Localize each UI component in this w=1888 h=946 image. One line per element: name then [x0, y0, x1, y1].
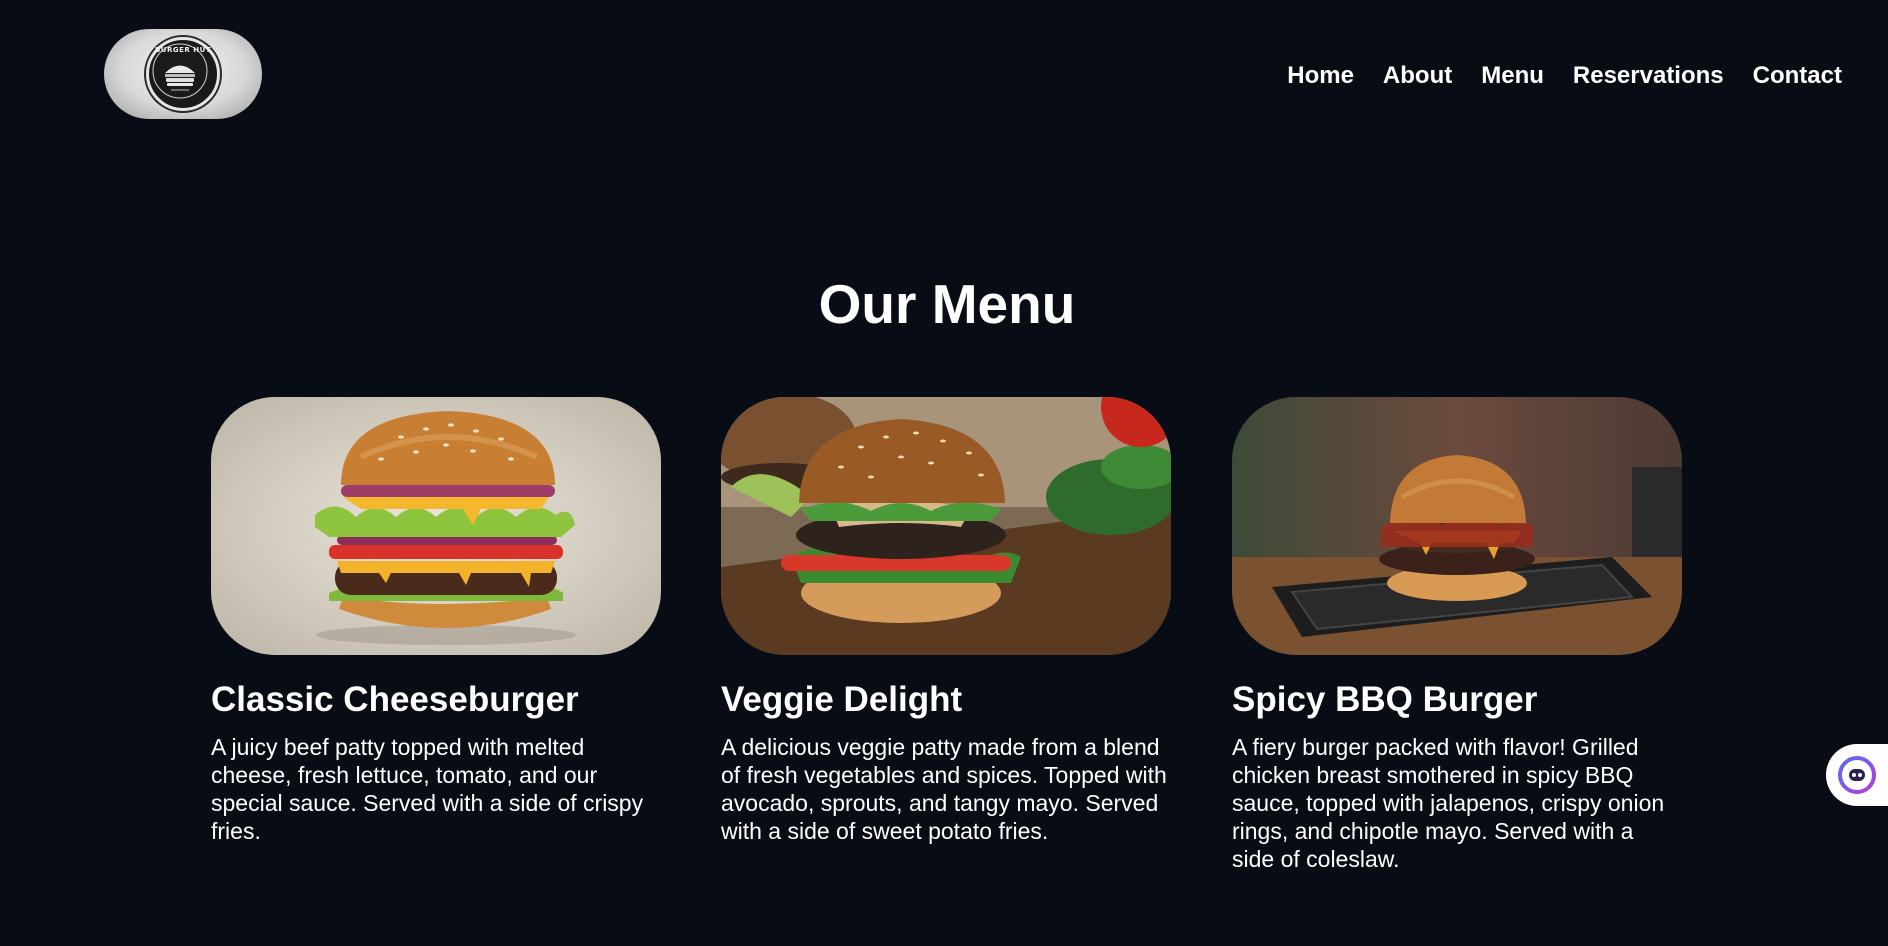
- logo-badge: BURGER HUT: [146, 37, 220, 111]
- menu-item-name: Classic Cheeseburger: [211, 680, 579, 719]
- nav-reservations[interactable]: Reservations: [1573, 62, 1724, 90]
- menu-item-name: Spicy BBQ Burger: [1232, 680, 1538, 719]
- menu-card-veggie-delight: Veggie Delight A delicious veggie patty …: [721, 397, 1171, 845]
- nav-home[interactable]: Home: [1287, 62, 1354, 90]
- logo[interactable]: BURGER HUT: [104, 29, 262, 119]
- chat-bot-icon: [1838, 756, 1876, 794]
- menu-title-text: Our Menu: [818, 273, 1076, 335]
- menu-item-name: Veggie Delight: [721, 680, 963, 719]
- menu-item-description: A juicy beef patty topped with melted ch…: [211, 734, 644, 844]
- chat-widget-button[interactable]: [1826, 744, 1888, 806]
- menu-item-description: A fiery burger packed with flavor! Grill…: [1232, 734, 1665, 872]
- nav-contact[interactable]: Contact: [1753, 62, 1842, 90]
- logo-text: BURGER HUT: [154, 46, 212, 54]
- menu-card-classic-cheeseburger: Classic Cheeseburger A juicy beef patty …: [211, 397, 661, 845]
- nav-menu[interactable]: Menu: [1481, 62, 1544, 90]
- veggie-burger-photo: [721, 397, 1171, 655]
- nav-about[interactable]: About: [1383, 62, 1452, 90]
- menu-card-spicy-bbq-burger: Spicy BBQ Burger A fiery burger packed w…: [1232, 397, 1682, 873]
- menu-item-description: A delicious veggie patty made from a ble…: [721, 734, 1167, 844]
- menu-section-title: Our Menu: [0, 272, 1888, 336]
- cheeseburger-photo: [211, 397, 661, 655]
- main-nav: Home About Menu Reservations Contact: [1287, 62, 1842, 90]
- bbq-burger-photo: [1232, 397, 1682, 655]
- page: BURGER HUT Home About Menu Reservations …: [0, 0, 1888, 946]
